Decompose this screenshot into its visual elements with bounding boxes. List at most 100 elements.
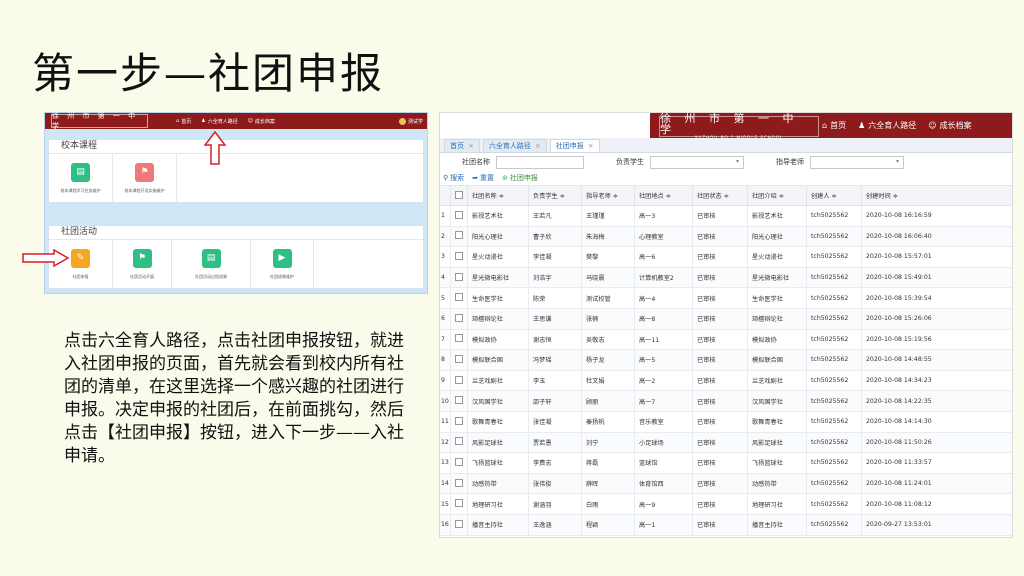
column-header[interactable]: 社团介绍 ≑: [747, 185, 807, 206]
table-cell: 2020-10-08 15:57:01: [861, 246, 1012, 268]
column-header[interactable]: 社团状态 ≑: [692, 185, 748, 206]
table-row[interactable]: 9 兰芝戏剧社 李玉 杜文娟 高一2 已审核 兰芝戏剧社 tch5025562 2020-10-…: [440, 369, 1012, 392]
column-header[interactable]: 创建人 ≑: [806, 185, 862, 206]
column-header[interactable]: 负责学生 ≑: [528, 185, 582, 206]
tile-club-activity[interactable]: ⚑ 社团活动开展: [113, 240, 172, 288]
row-checkbox[interactable]: [450, 410, 468, 433]
tile-course-task[interactable]: ▤ 校本课程学习任务维护: [49, 154, 113, 202]
table-cell: 风影足球社: [467, 431, 529, 454]
nav-path[interactable]: ♟ 六全育人路径: [201, 118, 238, 125]
reset-button[interactable]: ➦ 重置: [472, 173, 494, 183]
play-icon: ▶: [272, 248, 292, 268]
close-icon[interactable]: ×: [535, 141, 541, 151]
school-logo: 徐 州 市 第 一 中 学: [51, 112, 148, 130]
row-number-header: [440, 185, 451, 206]
nav-growth[interactable]: ☺ 成长档案: [928, 120, 971, 131]
nav-growth[interactable]: ☺ 成长档案: [248, 118, 275, 125]
close-icon[interactable]: ×: [588, 141, 594, 151]
tile-label: 社团申报: [72, 273, 89, 279]
row-number: 11: [440, 410, 451, 433]
table-cell: 2020-09-27 13:53:01: [861, 513, 1012, 536]
reset-label: 重置: [480, 174, 495, 182]
tab-home[interactable]: 首页 ×: [444, 139, 480, 152]
table-cell: 阳光心理社: [747, 225, 807, 248]
table-row[interactable]: 12 风影足球社 贾若愚 刘宁 小足球场 已审核 风影足球社 tch5025562 2020-1…: [440, 431, 1012, 454]
table-cell: 2020-10-08 15:39:54: [861, 287, 1012, 309]
table-cell: 已审核: [692, 369, 748, 392]
tile-club-maintain[interactable]: ▶ 社团成果维护: [251, 240, 314, 288]
right-topbar: 徐 州 市 第 一 中 学 XUZHOU NO.1 MIDDLE SCHOOL …: [440, 113, 1012, 140]
row-checkbox[interactable]: [450, 431, 468, 454]
table-row[interactable]: 4 星光微电影社 刘浩宇 马晓晨 计算机教室2 已审核 星光微电影社 tch5025562 20…: [440, 266, 1012, 289]
table-cell: 马晓晨: [581, 266, 635, 289]
flag-icon: ⚑: [135, 162, 154, 182]
tab-path[interactable]: 六全育人路径 ×: [482, 139, 547, 152]
table-row[interactable]: 2 阳光心理社 曹子欣 朱海梅 心理教室 已审核 阳光心理社 tch5025562 2020-1…: [440, 225, 1012, 248]
table-cell: 已审核: [692, 328, 748, 351]
row-checkbox[interactable]: [450, 369, 468, 392]
table-row[interactable]: 3 星火动漫社 李佳凝 樊黎 高一6 已审核 星火动漫社 tch5025562 2020-10-…: [440, 246, 1012, 268]
row-checkbox[interactable]: [450, 287, 468, 309]
tile-course-open[interactable]: ⚑ 校本课程开设实施维护: [113, 154, 177, 202]
table-row[interactable]: 15 地理研习社 谢涵羽 白雨 高一9 已审核 地理研习社 tch5025562 2020-10…: [440, 493, 1012, 515]
table-cell: 程颖: [581, 513, 635, 536]
row-checkbox[interactable]: [450, 452, 468, 474]
plus-icon: ⊕: [502, 174, 508, 182]
row-checkbox[interactable]: [450, 307, 468, 330]
club-apply-button[interactable]: ⊕ 社团申报: [502, 173, 538, 183]
teacher-select[interactable]: ▾: [810, 155, 904, 169]
row-checkbox[interactable]: [450, 349, 468, 371]
table-cell: 李佳凝: [528, 246, 582, 268]
table-row[interactable]: 5 生命医学社 陈荣 测试校管 高一4 已审核 生命医学社 tch5025562 2020-10…: [440, 287, 1012, 309]
search-button[interactable]: ⚲ 搜索: [443, 173, 464, 183]
table-row[interactable]: 16 播音主持社 王逸涵 程颖 高一1 已审核 播音主持社 tch5025562 2020-09…: [440, 513, 1012, 536]
table-cell: 已审核: [692, 287, 748, 309]
table-cell: 兰芝戏剧社: [747, 369, 807, 392]
table-row[interactable]: 11 歌舞青春社 张佳凝 秦扬帆 音乐教室 已审核 歌舞青春社 tch5025562 2020-…: [440, 410, 1012, 433]
table-cell: 2020-10-08 14:34:23: [861, 369, 1012, 392]
close-icon[interactable]: ×: [468, 141, 474, 151]
row-checkbox[interactable]: [450, 225, 468, 248]
club-name-input[interactable]: [496, 155, 584, 169]
table-row[interactable]: 10 汉风国学社 邵子轩 顾丽 高一7 已审核 汉风国学社 tch5025562 2020-10…: [440, 390, 1012, 412]
user-menu[interactable]: 测试学: [398, 117, 423, 125]
row-number: 6: [440, 307, 451, 330]
row-checkbox[interactable]: [450, 266, 468, 289]
tile-club-results[interactable]: ▤ 社团活动过程成果: [172, 240, 251, 288]
table-row[interactable]: 8 模拟联合国 冯梦瑶 杨子龙 高一5 已审核 模拟联合国 tch5025562 2020-10…: [440, 349, 1012, 371]
table-cell: tch5025562: [806, 307, 862, 330]
column-header[interactable]: 社团名称 ≑: [467, 185, 529, 206]
table-cell: 风影足球社: [747, 431, 807, 454]
table-cell: 琦檀辩论社: [467, 307, 529, 330]
tab-club-apply[interactable]: 社团申报 ×: [549, 139, 600, 152]
column-header[interactable]: 指导老师 ≑: [581, 185, 635, 206]
table-row[interactable]: 13 飞扬篮球社 李费志 蒋磊 篮球馆 已审核 飞扬篮球社 tch5025562 2020-10…: [440, 452, 1012, 474]
table-cell: 高一5: [634, 349, 693, 371]
right-screenshot: 徐 州 市 第 一 中 学 XUZHOU NO.1 MIDDLE SCHOOL …: [439, 112, 1013, 538]
row-number: 10: [440, 390, 451, 412]
table-cell: tch5025562: [806, 410, 862, 433]
column-header[interactable]: 创建时间 ≑: [861, 185, 1012, 206]
row-checkbox[interactable]: [450, 513, 468, 536]
table-cell: 琦檀辩论社: [747, 307, 807, 330]
column-header[interactable]: 社团地点 ≑: [634, 185, 693, 206]
select-all-checkbox[interactable]: [450, 185, 468, 206]
nav-path[interactable]: ♟ 六全育人路径: [858, 120, 916, 131]
table-row[interactable]: 14 动感热带 张伟俊 薛晖 体育馆西 已审核 动感热带 tch5025562 2020-10-…: [440, 472, 1012, 495]
row-checkbox[interactable]: [450, 246, 468, 268]
row-checkbox[interactable]: [450, 205, 468, 227]
student-select[interactable]: ▾: [650, 155, 744, 169]
nav-home[interactable]: ⌂ 首页: [176, 118, 191, 125]
row-checkbox[interactable]: [450, 390, 468, 412]
row-checkbox[interactable]: [450, 472, 468, 495]
row-checkbox[interactable]: [450, 493, 468, 515]
table-row[interactable]: 7 模拟政协 谢志恒 吴敬志 高一11 已审核 模拟政协 tch5025562 2020-10-…: [440, 328, 1012, 351]
table-cell: 王瑾瑾: [581, 205, 635, 227]
table-row[interactable]: 1 影视艺术社 王若凡 王瑾瑾 高一3 已审核 影视艺术社 tch5025562 2020-10…: [440, 205, 1012, 227]
table-cell: 阳光心理社: [467, 225, 529, 248]
table-cell: 刘宁: [581, 431, 635, 454]
table-row[interactable]: 6 琦檀辩论社 王思谦 张楠 高一8 已审核 琦檀辩论社 tch5025562 2020-10-…: [440, 307, 1012, 330]
row-number: 14: [440, 472, 451, 495]
row-checkbox[interactable]: [450, 328, 468, 351]
nav-home[interactable]: ⌂ 首页: [822, 120, 846, 131]
